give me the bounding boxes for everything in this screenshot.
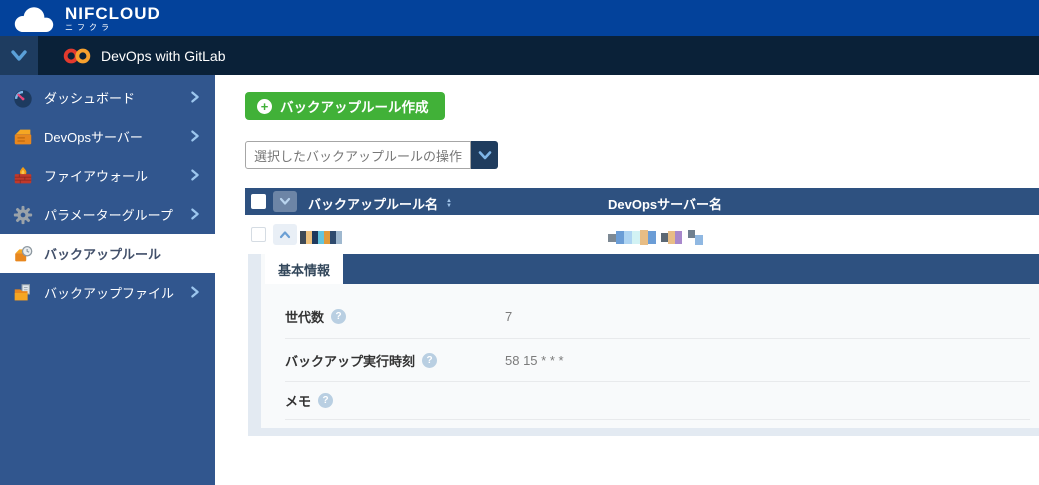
- chevron-down-icon: [478, 150, 491, 159]
- tab-basic-info[interactable]: 基本情報: [265, 254, 344, 284]
- firewall-icon: [14, 166, 32, 183]
- field-value: 58 15 * * *: [505, 352, 564, 368]
- field-row-generations: 世代数 ? 7: [285, 294, 1030, 339]
- collapse-row-button[interactable]: [273, 224, 297, 245]
- expand-all-button[interactable]: [273, 191, 297, 212]
- bulk-action-chevron-button[interactable]: [471, 141, 498, 169]
- field-label: 世代数: [285, 309, 325, 325]
- chevron-right-icon: [191, 130, 199, 142]
- detail-tabbar: 基本情報: [261, 254, 1039, 284]
- field-row-backup-time: バックアップ実行時刻 ? 58 15 * * *: [285, 339, 1030, 382]
- select-all-checkbox[interactable]: [251, 194, 266, 209]
- field-label: メモ: [285, 394, 312, 409]
- bulk-action-dropdown: 選択したバックアップルールの操作: [245, 141, 498, 169]
- brand-subtitle: ニフクラ: [65, 23, 113, 32]
- gear-icon: [13, 205, 33, 224]
- sidebar-item-parameter-group[interactable]: パラメーターグループ: [0, 195, 215, 234]
- service-title: DevOps with GitLab: [101, 47, 226, 64]
- top-brand-bar: NIFCLOUD ニフクラ: [0, 0, 1039, 36]
- bulk-action-select[interactable]: 選択したバックアップルールの操作: [245, 141, 471, 169]
- sidebar-item-dashboard[interactable]: ダッシュボード: [0, 78, 215, 117]
- field-label: バックアップ実行時刻: [285, 353, 416, 369]
- plus-icon: +: [257, 98, 272, 114]
- chevron-down-icon: [11, 49, 27, 61]
- devops-infinity-icon: [63, 48, 91, 63]
- help-icon[interactable]: ?: [422, 352, 438, 368]
- rule-detail-panel: 基本情報 世代数 ? 7 バックアップ実行時刻 ? 58 15 * * * メモ…: [248, 254, 1039, 436]
- sidebar-item-backup-file[interactable]: バックアップファイル: [0, 273, 215, 312]
- row-checkbox[interactable]: [251, 227, 266, 242]
- field-value: 7: [505, 308, 513, 324]
- server-icon: [14, 129, 32, 144]
- backup-rule-table: バックアップルール名 ▲ ▼ DevOpsサーバー名: [245, 188, 1039, 254]
- redacted-rule-name: [300, 231, 342, 244]
- tabbar-filler: [343, 254, 1039, 284]
- sidebar-item-firewall[interactable]: ファイアウォール: [0, 156, 215, 195]
- create-backup-rule-button[interactable]: + バックアップルール作成: [245, 92, 445, 120]
- sort-icon: ▲ ▼: [446, 197, 452, 209]
- table-header-row: バックアップルール名 ▲ ▼ DevOpsサーバー名: [245, 188, 1039, 215]
- backup-rule-icon: [15, 245, 33, 261]
- column-header-server-name: DevOpsサーバー名: [608, 197, 723, 212]
- nifcloud-logo[interactable]: NIFCLOUD ニフクラ: [10, 1, 161, 35]
- sidebar: ダッシュボード DevOpsサーバー ファイアウォール パラメーターグループ バ…: [0, 75, 215, 485]
- chevron-down-icon: [279, 197, 291, 205]
- chevron-up-icon: [279, 231, 291, 239]
- table-row[interactable]: [245, 215, 1039, 254]
- sidebar-item-backup-rule[interactable]: バックアップルール: [0, 234, 215, 273]
- help-icon[interactable]: ?: [331, 308, 347, 324]
- main-content: + バックアップルール作成 選択したバックアップルールの操作 バックアップルール…: [215, 75, 1039, 485]
- chevron-right-icon: [191, 91, 199, 103]
- backup-file-icon: [14, 283, 30, 300]
- help-icon[interactable]: ?: [318, 393, 334, 408]
- sidebar-item-devops-server[interactable]: DevOpsサーバー: [0, 117, 215, 156]
- column-header-rule-name[interactable]: バックアップルール名 ▲ ▼: [308, 194, 452, 213]
- chevron-right-icon: [191, 208, 199, 220]
- service-bar: DevOps with GitLab: [0, 36, 1039, 75]
- brand-name: NIFCLOUD: [65, 4, 161, 23]
- field-row-memo: メモ ?: [285, 382, 1030, 420]
- service-menu-toggle[interactable]: [0, 36, 38, 75]
- chevron-right-icon: [191, 286, 199, 298]
- redacted-server-name: [608, 230, 703, 245]
- cloud-icon: [14, 7, 54, 32]
- chevron-right-icon: [191, 169, 199, 181]
- dashboard-icon: [14, 89, 32, 108]
